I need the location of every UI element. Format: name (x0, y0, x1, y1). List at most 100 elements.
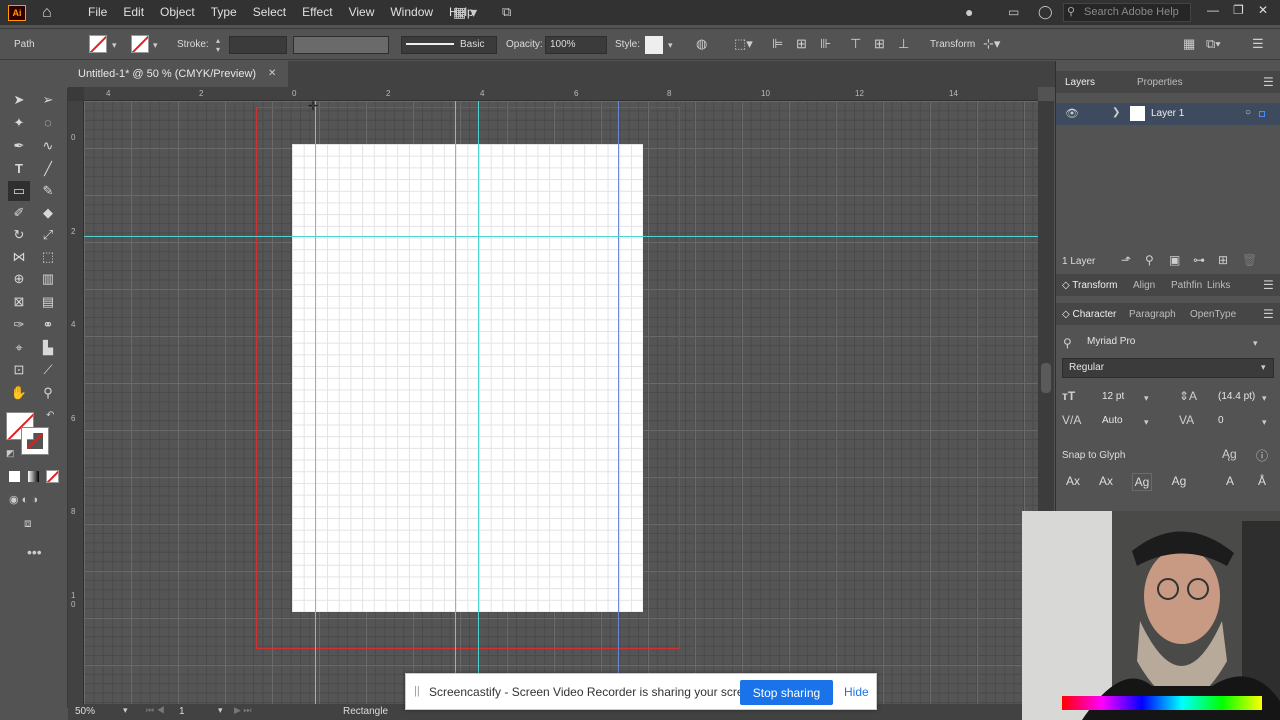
tab-properties[interactable]: Properties (1137, 77, 1183, 88)
locate-object-icon[interactable]: ⚲ (1145, 253, 1154, 267)
font-style-dropdown[interactable]: Regular (1062, 358, 1274, 378)
artboard[interactable] (292, 144, 643, 612)
menu-file[interactable]: File (80, 0, 115, 25)
align-to-icon[interactable]: ⬚▾ (734, 36, 753, 52)
canvas[interactable]: ✛ (84, 101, 1038, 704)
tab-character[interactable]: ◇ Character (1062, 309, 1116, 320)
recolor-artwork-icon[interactable]: ◍ (696, 36, 707, 52)
user-account-icon[interactable]: ● (965, 4, 973, 20)
font-family-arrow-icon[interactable]: ▾ (1253, 338, 1258, 349)
font-family-dropdown[interactable]: Myriad Pro (1081, 333, 1268, 353)
magic-wand-tool-icon[interactable]: ✦ (8, 113, 30, 133)
mesh-tool-icon[interactable]: ⊠ (8, 292, 30, 312)
brush-definition-field[interactable]: Basic (401, 36, 497, 54)
guide-horizontal[interactable] (84, 236, 1038, 237)
selection-indicator[interactable] (1259, 111, 1265, 117)
rotate-tool-icon[interactable]: ↻ (8, 225, 30, 245)
panel-icon[interactable]: ▭ (1008, 5, 1019, 19)
workspace-switcher-icon[interactable]: ▦ ▾ (453, 4, 477, 21)
info-icon[interactable]: ⓘ (1256, 447, 1268, 464)
fill-dropdown-icon[interactable]: ▾ (112, 40, 117, 51)
panel-menu-icon[interactable]: ☰ (1263, 307, 1274, 321)
guide-vertical[interactable] (455, 101, 456, 704)
leading-arrow-icon[interactable]: ▾ (1262, 393, 1267, 404)
tab-transform[interactable]: ◇ Transform (1062, 280, 1118, 291)
type-tool-icon[interactable]: T (8, 159, 30, 179)
shape-builder-tool-icon[interactable]: ⊕ (8, 269, 30, 289)
stroke-dropdown-icon[interactable]: ▾ (153, 40, 158, 51)
control-menu-icon[interactable]: ☰ (1252, 36, 1264, 52)
zoom-dropdown-icon[interactable]: ▾ (123, 705, 128, 716)
perspective-grid-tool-icon[interactable]: ▥ (37, 269, 59, 289)
menu-edit[interactable]: Edit (115, 0, 152, 25)
gradient-tool-icon[interactable]: ▤ (37, 292, 59, 312)
scale-tool-icon[interactable]: ⤢ (37, 225, 59, 245)
guide-vertical[interactable] (478, 101, 479, 704)
tab-align[interactable]: Align (1133, 280, 1155, 291)
width-tool-icon[interactable]: ⋈ (8, 247, 30, 267)
font-search-icon[interactable]: ⚲ (1063, 336, 1072, 350)
expand-layer-icon[interactable]: ❯ (1112, 107, 1120, 118)
symbol-sprayer-tool-icon[interactable]: ⌖ (8, 338, 30, 358)
isolate-icon[interactable]: ▦ (1183, 36, 1195, 52)
line-tool-icon[interactable]: ╱ (37, 159, 59, 179)
guide-vertical[interactable] (618, 101, 619, 704)
slice-tool-icon[interactable]: ⟋ (37, 360, 59, 380)
font-style-arrow-icon[interactable]: ▾ (1261, 362, 1266, 373)
direct-selection-tool-icon[interactable]: ➢ (37, 90, 59, 110)
close-window-icon[interactable]: ✕ (1258, 3, 1268, 17)
arrange-icon[interactable]: ⧉▾ (1206, 36, 1221, 52)
snap-baseline-button[interactable]: Ax (1063, 473, 1083, 491)
artboard-dropdown-icon[interactable]: ▾ (218, 705, 223, 716)
free-transform-tool-icon[interactable]: ⬚ (37, 247, 59, 267)
zoom-level[interactable]: 50% (75, 706, 95, 717)
new-layer-icon[interactable]: ⊞ (1218, 253, 1228, 267)
zoom-tool-icon[interactable]: ⚲ (37, 383, 59, 403)
artboard-prev-icon[interactable]: ⏮ ◀ (146, 705, 165, 716)
graphic-style-swatch[interactable] (645, 36, 663, 54)
tab-pathfinder[interactable]: Pathfin (1171, 280, 1202, 291)
eyedropper-tool-icon[interactable]: ✑ (8, 315, 30, 335)
stroke-weight-field[interactable] (229, 36, 287, 54)
align-left-icon[interactable]: ⊫ (772, 36, 783, 52)
glyph-options-icon[interactable]: Ąg (1222, 447, 1237, 461)
lasso-tool-icon[interactable]: ◌ (37, 113, 59, 133)
align-right-icon[interactable]: ⊪ (820, 36, 831, 52)
fill-swatch[interactable] (89, 35, 107, 53)
guide-vertical[interactable] (315, 101, 316, 704)
hide-link[interactable]: Hide (844, 685, 869, 699)
draw-mode-icon[interactable]: ◉ ◐ ◑ (9, 493, 38, 506)
artboard-number[interactable]: 1 (179, 706, 185, 717)
rectangle-tool-icon[interactable]: ▭ (8, 181, 30, 201)
tab-links[interactable]: Links (1207, 280, 1230, 291)
tab-paragraph[interactable]: Paragraph (1129, 309, 1176, 320)
menu-type[interactable]: Type (203, 0, 245, 25)
menu-effect[interactable]: Effect (294, 0, 340, 25)
selection-tool-icon[interactable]: ➤ (8, 90, 30, 110)
artboard-next-icon[interactable]: ▶ ⏭ (234, 705, 252, 716)
swap-colors-icon[interactable]: ↶ (46, 410, 54, 421)
tab-opentype[interactable]: OpenType (1190, 309, 1236, 320)
visibility-eye-icon[interactable]: 👁 (1065, 107, 1079, 120)
align-bottom-icon[interactable]: ⊥ (898, 36, 909, 52)
artboard-tool-icon[interactable]: ⊡ (8, 360, 30, 380)
document-tab[interactable]: Untitled-1* @ 50 % (CMYK/Preview) (68, 61, 288, 87)
layer-row[interactable]: 👁 ❯ Layer 1 ○ (1056, 103, 1280, 125)
gradient-mode-icon[interactable] (28, 471, 39, 482)
transform-options-icon[interactable]: ⊹▾ (983, 36, 1000, 52)
hand-tool-icon[interactable]: ✋ (8, 383, 30, 403)
eraser-tool-icon[interactable]: ◆ (37, 203, 59, 223)
align-hcenter-icon[interactable]: ⊞ (796, 36, 807, 52)
stroke-color-box[interactable] (21, 427, 49, 455)
default-colors-icon[interactable]: ◩ (6, 448, 15, 459)
variable-width-field[interactable] (293, 36, 389, 54)
menu-view[interactable]: View (341, 0, 383, 25)
tab-layers[interactable]: Layers (1065, 77, 1095, 88)
stroke-swatch[interactable] (131, 35, 149, 53)
restore-icon[interactable]: ❐ (1233, 3, 1244, 17)
curvature-tool-icon[interactable]: ∿ (37, 136, 59, 156)
lightbulb-icon[interactable]: ◯ (1038, 4, 1053, 20)
transform-link[interactable]: Transform (930, 39, 975, 50)
drag-handle-icon[interactable]: || (414, 685, 420, 697)
target-icon[interactable]: ○ (1245, 107, 1251, 118)
